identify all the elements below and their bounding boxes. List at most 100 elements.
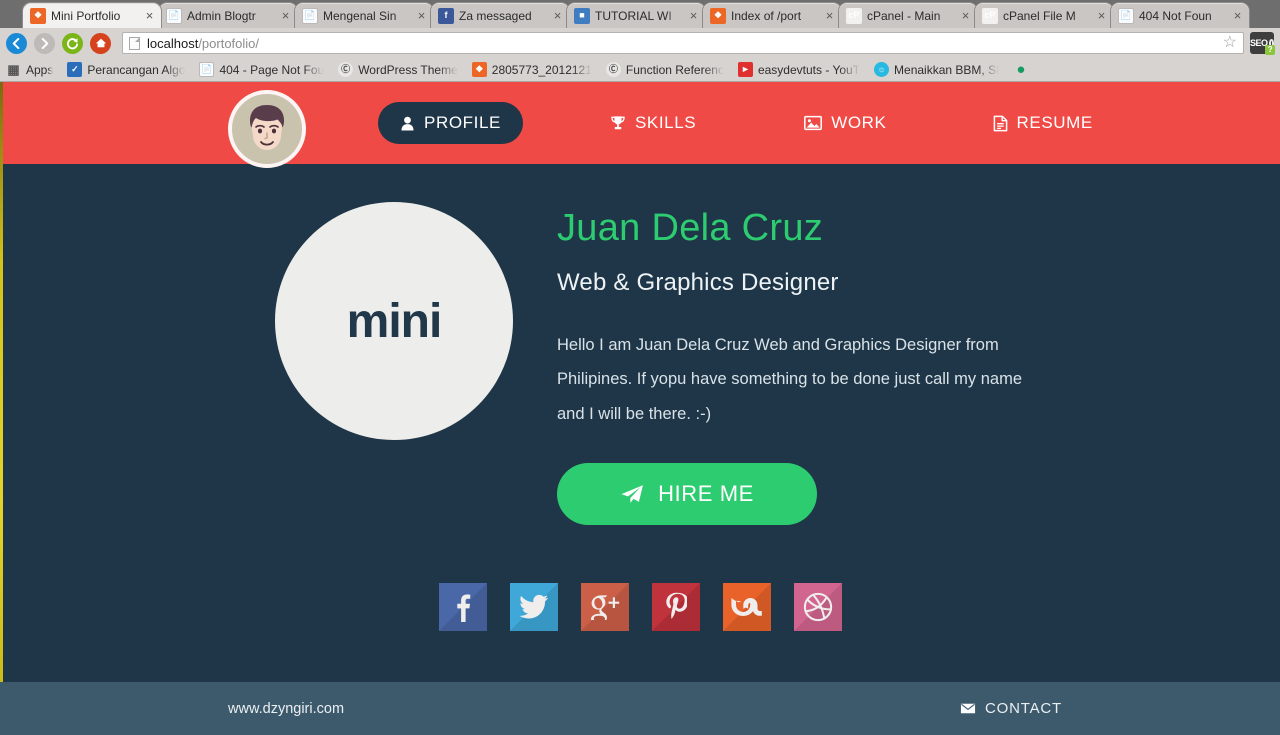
role-subtitle: Web & Graphics Designer xyxy=(557,268,839,296)
bookmark-item[interactable]: Ⓒ Function Referenc xyxy=(605,62,724,77)
tab-title: Mini Portfolio xyxy=(51,8,121,23)
nav-item-resume[interactable]: RESUME xyxy=(971,102,1115,144)
site-nav: PROFILE SKILLS WORK RESUME xyxy=(378,102,1115,144)
nav-item-label: RESUME xyxy=(1016,113,1093,132)
social-link-googleplus[interactable] xyxy=(580,583,629,632)
wordpress-icon: Ⓒ xyxy=(605,62,621,77)
close-icon[interactable]: × xyxy=(415,9,428,22)
mini-icon: ❖ xyxy=(30,7,46,24)
nav-item-label: WORK xyxy=(831,113,887,132)
envelope-icon xyxy=(960,703,976,714)
close-icon[interactable]: × xyxy=(1095,9,1108,22)
close-icon[interactable]: × xyxy=(143,9,156,22)
tab-title: cPanel File M xyxy=(1003,8,1076,23)
footer-site-url: www.dzyngiri.com xyxy=(228,700,345,717)
browser-chrome: ❖ Mini Portfolio × 📄 Admin Blogtr × 📄 Me… xyxy=(0,0,1280,82)
close-icon[interactable]: × xyxy=(687,9,700,22)
bookmark-label: 404 - Page Not Fou xyxy=(219,62,325,77)
seo-extension-icon[interactable]: SEO ? xyxy=(1250,32,1275,55)
reload-button[interactable] xyxy=(62,32,83,54)
cpanel-icon: cP xyxy=(982,7,998,24)
close-icon[interactable]: × xyxy=(1231,9,1244,22)
youtube-icon: ► xyxy=(737,62,753,77)
browser-tab[interactable]: 📄 Admin Blogtr × xyxy=(158,2,298,28)
reload-icon xyxy=(66,37,79,49)
browser-tab[interactable]: 📄 404 Not Foun × xyxy=(1110,2,1250,28)
mini-logo-text: mini xyxy=(346,294,443,348)
avatar[interactable] xyxy=(228,90,306,168)
close-icon[interactable]: × xyxy=(823,9,836,22)
url-host: localhost xyxy=(147,35,199,51)
tab-strip: ❖ Mini Portfolio × 📄 Admin Blogtr × 📄 Me… xyxy=(0,0,1280,28)
tab-title: 404 Not Foun xyxy=(1139,8,1212,23)
bookmark-item[interactable]: Ⓒ WordPress Theme xyxy=(338,62,458,77)
social-link-dribbble[interactable] xyxy=(793,583,842,632)
hire-me-button[interactable]: HIRE ME xyxy=(557,463,817,526)
document-icon: 📄 xyxy=(166,7,182,24)
nav-item-profile[interactable]: PROFILE xyxy=(378,102,523,144)
close-icon[interactable]: × xyxy=(551,9,564,22)
document-icon: 📄 xyxy=(1118,7,1134,24)
site-footer: www.dzyngiri.com CONTACT xyxy=(0,682,1280,735)
bookmark-item[interactable]: ✓ Perancangan Algo xyxy=(67,62,185,77)
paper-plane-icon xyxy=(620,484,644,504)
browser-tab[interactable]: 📄 Mengenal Sin × xyxy=(294,2,434,28)
mini-logo: mini xyxy=(275,202,513,440)
bookmark-item[interactable]: ❖ 2805773_2012121 xyxy=(471,62,592,77)
bookmark-label: Apps xyxy=(26,62,54,77)
bookmark-item[interactable]: ● xyxy=(1013,62,1033,77)
social-link-facebook[interactable] xyxy=(438,583,487,632)
intro-block: Juan Dela Cruz Web & Graphics Designer H… xyxy=(557,202,1027,526)
social-link-stumbleupon[interactable] xyxy=(722,583,771,632)
facebook-icon: f xyxy=(438,7,454,24)
bookmark-label: WordPress Theme xyxy=(358,62,458,77)
bookmark-star-icon[interactable]: ☆ xyxy=(1223,35,1237,51)
home-icon xyxy=(95,38,106,48)
tab-title: Mengenal Sin xyxy=(323,8,397,23)
url-path: /portofolio/ xyxy=(198,35,260,51)
browser-tab[interactable]: ■ TUTORIAL WI × xyxy=(566,2,706,28)
bookmark-label: Perancangan Algo xyxy=(87,62,186,77)
social-links xyxy=(0,583,1280,632)
url-input[interactable]: localhost/portofolio/ ☆ xyxy=(122,32,1244,54)
browser-tab[interactable]: f Za messaged × xyxy=(430,2,570,28)
back-arrow-icon xyxy=(12,37,20,49)
bookmarks-bar: ▦ Apps ✓ Perancangan Algo 📄 404 - Page N… xyxy=(0,58,1280,82)
document-icon: 📄 xyxy=(302,7,318,24)
browser-tab[interactable]: cP cPanel - Main × xyxy=(838,2,978,28)
social-link-pinterest[interactable] xyxy=(651,583,700,632)
dribbble-icon xyxy=(803,593,832,622)
trophy-icon xyxy=(610,115,626,131)
nav-item-label: SKILLS xyxy=(634,113,697,132)
home-button[interactable] xyxy=(90,32,111,54)
tutorial-icon: ■ xyxy=(574,7,590,24)
stumbleupon-icon xyxy=(730,598,762,617)
tab-title: TUTORIAL WI xyxy=(595,8,672,23)
close-icon[interactable]: × xyxy=(959,9,972,22)
close-icon[interactable]: × xyxy=(279,9,292,22)
browser-tab[interactable]: ❖ Index of /port × xyxy=(702,2,842,28)
bookmark-label: Function Referenc xyxy=(625,62,724,77)
browser-tab[interactable]: cP cPanel File M × xyxy=(974,2,1114,28)
page-viewport: PROFILE SKILLS WORK RESUME mini Juan Del… xyxy=(0,82,1280,735)
page-document-icon xyxy=(129,36,140,50)
forward-button[interactable] xyxy=(34,32,55,54)
nav-item-label: PROFILE xyxy=(424,113,501,132)
bookmark-item[interactable]: 📄 404 - Page Not Fou xyxy=(199,62,324,77)
mini-icon: ❖ xyxy=(471,62,487,77)
navigation-bar: localhost/portofolio/ ☆ SEO ? xyxy=(0,28,1280,58)
user-icon xyxy=(400,116,415,131)
nav-item-skills[interactable]: SKILLS xyxy=(588,102,718,144)
checkmark-icon: ✓ xyxy=(67,62,83,77)
bookmark-item[interactable]: ☼ Menaikkan BBM, SI xyxy=(874,62,999,77)
bookmark-apps[interactable]: ▦ Apps xyxy=(6,62,53,77)
hero-section: mini Juan Dela Cruz Web & Graphics Desig… xyxy=(0,164,1280,526)
browser-tab[interactable]: ❖ Mini Portfolio × xyxy=(22,2,162,28)
back-button[interactable] xyxy=(6,32,27,54)
cpanel-icon: cP xyxy=(846,7,862,24)
contact-link[interactable]: CONTACT xyxy=(960,700,1062,717)
social-link-twitter[interactable] xyxy=(509,583,558,632)
page-scrollbar[interactable] xyxy=(0,82,3,682)
bookmark-item[interactable]: ► easydevtuts - YouT xyxy=(737,62,860,77)
nav-item-work[interactable]: WORK xyxy=(782,102,908,144)
